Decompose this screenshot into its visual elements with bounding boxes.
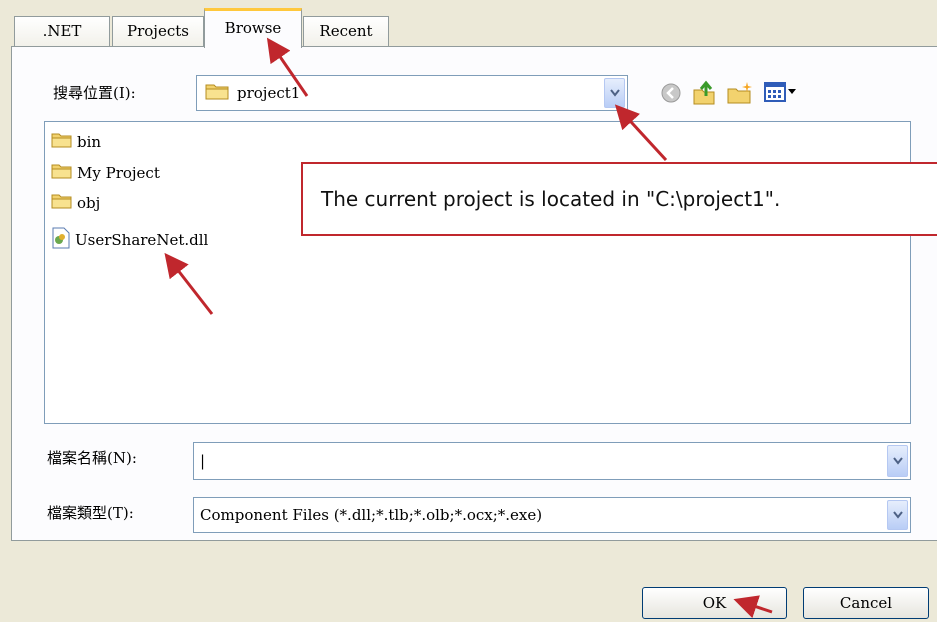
file-name-label: 檔案名稱(N): bbox=[47, 449, 137, 467]
new-folder-icon[interactable] bbox=[726, 80, 754, 110]
file-name-value: | bbox=[200, 452, 206, 470]
tab-net[interactable]: .NET bbox=[14, 16, 110, 46]
file-name: obj bbox=[77, 194, 101, 212]
folder-icon bbox=[205, 81, 231, 105]
folder-icon bbox=[51, 131, 73, 153]
file-type-label: 檔案類型(T): bbox=[47, 504, 134, 522]
look-in-combo[interactable]: project1 bbox=[196, 75, 628, 111]
list-item[interactable]: UserShareNet.dll bbox=[51, 227, 209, 253]
look-in-value: project1 bbox=[237, 84, 301, 102]
list-item[interactable]: My Project bbox=[51, 162, 160, 184]
annotation-callout: The current project is located in "C:\pr… bbox=[301, 162, 937, 236]
file-name-dropdown-button[interactable] bbox=[887, 445, 908, 477]
chevron-down-icon bbox=[892, 506, 904, 524]
file-name: bin bbox=[77, 133, 102, 151]
file-type-dropdown-button[interactable] bbox=[887, 500, 908, 530]
file-type-select[interactable]: Component Files (*.dll;*.tlb;*.olb;*.ocx… bbox=[193, 497, 911, 533]
list-item[interactable]: bin bbox=[51, 131, 101, 153]
look-in-label: 搜尋位置(I): bbox=[53, 84, 136, 102]
back-icon[interactable] bbox=[660, 82, 682, 108]
ok-button[interactable]: OK bbox=[642, 587, 787, 619]
file-type-value: Component Files (*.dll;*.tlb;*.olb;*.ocx… bbox=[200, 506, 543, 524]
file-name: My Project bbox=[77, 164, 160, 182]
file-name: UserShareNet.dll bbox=[75, 231, 209, 249]
file-name-input[interactable]: | bbox=[193, 442, 911, 480]
chevron-down-icon bbox=[609, 84, 621, 102]
folder-icon bbox=[51, 162, 73, 184]
cancel-button[interactable]: Cancel bbox=[803, 587, 929, 619]
dll-file-icon bbox=[51, 227, 71, 253]
list-item[interactable]: obj bbox=[51, 192, 100, 214]
folder-icon bbox=[51, 192, 73, 214]
chevron-down-icon bbox=[892, 452, 904, 470]
tab-recent[interactable]: Recent bbox=[303, 16, 389, 46]
tab-projects[interactable]: Projects bbox=[112, 16, 204, 46]
tab-browse[interactable]: Browse bbox=[204, 8, 302, 48]
up-folder-icon[interactable] bbox=[692, 80, 718, 110]
view-menu-icon[interactable] bbox=[764, 82, 796, 102]
look-in-dropdown-button[interactable] bbox=[604, 78, 625, 108]
